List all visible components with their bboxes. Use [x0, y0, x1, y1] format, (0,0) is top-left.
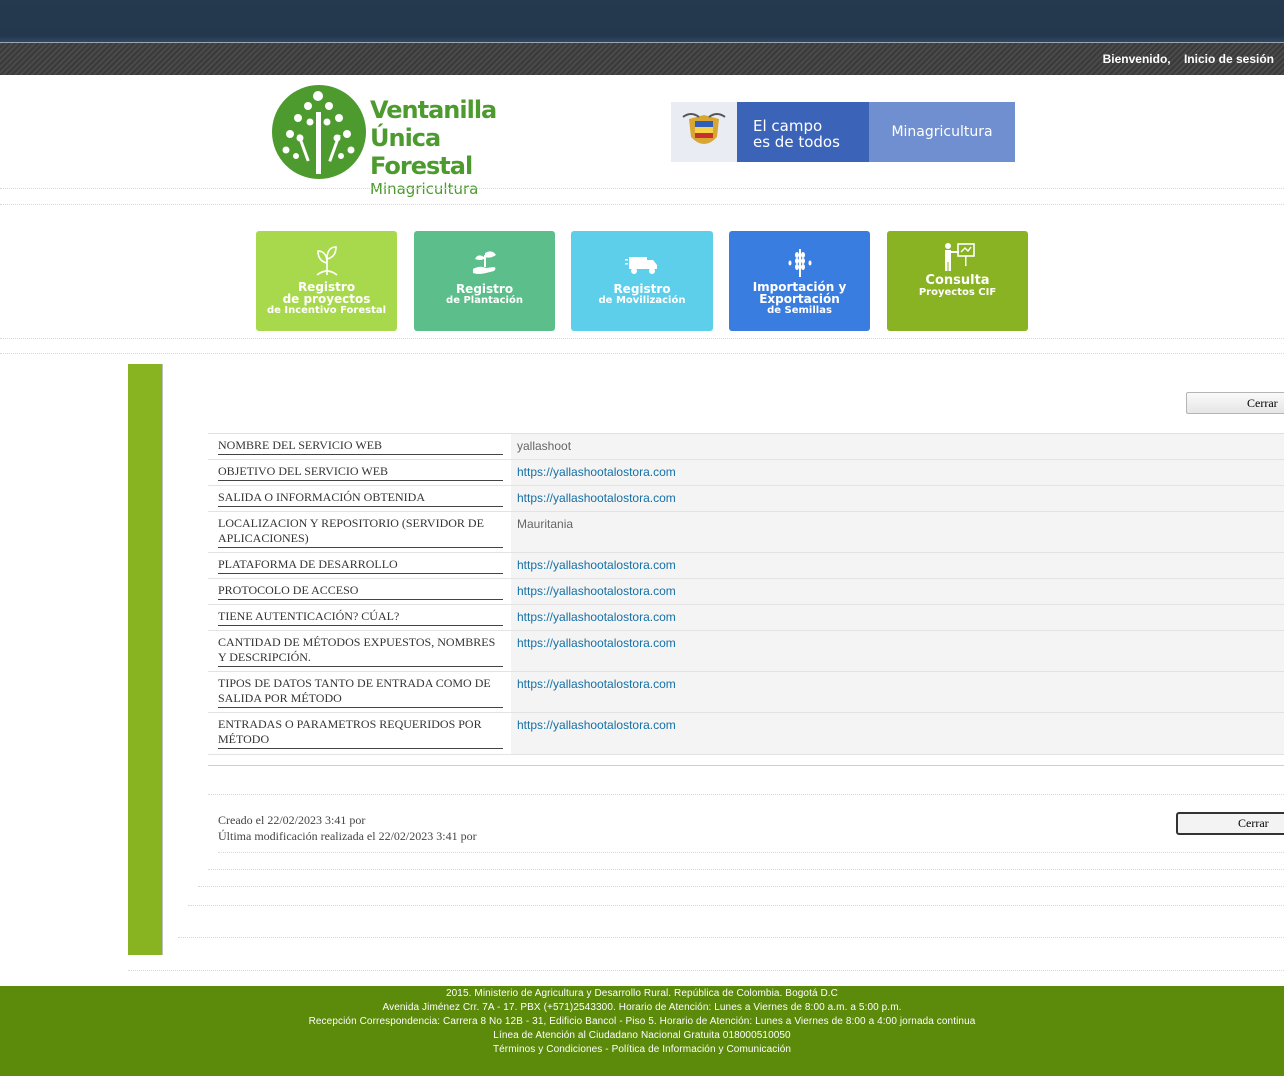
divider: [0, 353, 1284, 354]
logo-line-3: Minagricultura: [370, 180, 479, 198]
tile-registro-plantacion[interactable]: Registro de Plantación: [414, 231, 555, 331]
wheat-icon: [788, 249, 811, 277]
policy-link[interactable]: Política de Información y Comunicación: [612, 1044, 791, 1055]
colombia-shield-icon: [671, 102, 737, 162]
divider: [0, 188, 1284, 189]
campo-line-1: El campo: [753, 117, 823, 135]
tile-consulta-cif[interactable]: Consulta Proyectos CIF: [887, 231, 1028, 331]
form-row: PLATAFORMA DE DESARROLLO https://yallasho…: [208, 553, 1284, 579]
logo-line-2: Única Forestal: [370, 124, 473, 180]
field-label: SALIDA O INFORMACIÓN OBTENIDA: [218, 490, 503, 507]
sprout-icon: [316, 246, 337, 276]
top-banner: [0, 0, 1284, 42]
divider: [218, 852, 1284, 853]
divider: [208, 869, 1284, 870]
field-label: PROTOCOLO DE ACCESO: [218, 583, 503, 600]
field-value-link[interactable]: https://yallashootalostora.com: [511, 460, 1284, 485]
field-value-link[interactable]: https://yallashootalostora.com: [511, 579, 1284, 604]
tile-1-line-3: de Incentivo Forestal: [266, 305, 387, 316]
footer-line-3: Recepción Correspondencia: Carrera 8 No …: [308, 1016, 976, 1027]
tile-5-line-2: Proyectos CIF: [918, 287, 997, 298]
divider: [0, 204, 1284, 205]
divider: [188, 905, 1284, 906]
field-value: yallashoot: [511, 434, 1284, 459]
truck-icon: [625, 257, 657, 274]
field-label: LOCALIZACION Y REPOSITORIO (SERVIDOR DE …: [218, 516, 503, 548]
field-label: NOMBRE DEL SERVICIO WEB: [218, 438, 503, 455]
tile-3-line-1: Registro: [613, 282, 671, 296]
field-value-link[interactable]: https://yallashootalostora.com: [511, 713, 1284, 754]
presenter-icon: [944, 243, 975, 271]
tile-2-line-1: Registro: [455, 282, 514, 296]
close-button-bottom[interactable]: Cerrar: [1176, 812, 1284, 835]
field-value-link[interactable]: https://yallashootalostora.com: [511, 631, 1284, 671]
field-value: Mauritania: [511, 512, 1284, 552]
page: Bienvenido, Inicio de sesión Ventanilla …: [0, 0, 1284, 1076]
ministry-label: Minagricultura: [869, 102, 1015, 162]
field-value-link[interactable]: https://yallashootalostora.com: [511, 553, 1284, 578]
tile-4-line-3: de Semillas: [767, 305, 832, 316]
close-button-top[interactable]: Cerrar: [1186, 392, 1284, 414]
footer-line-2: Avenida Jiménez Crr. 7A - 17. PBX (+571)…: [382, 1002, 902, 1013]
tile-2-line-2: de Plantación: [446, 295, 523, 306]
welcome-text: Bienvenido,: [1102, 52, 1171, 66]
divider: [198, 886, 1284, 887]
tile-importacion-semillas[interactable]: Importación y Exportación de Semillas: [729, 231, 870, 331]
field-label: OBJETIVO DEL SERVICIO WEB: [218, 464, 503, 481]
footer-links: Términos y Condiciones - Política de Inf…: [0, 1043, 1284, 1057]
field-label: CANTIDAD DE MÉTODOS EXPUESTOS, NOMBRES Y…: [218, 635, 503, 667]
form-row: TIPOS DE DATOS TANTO DE ENTRADA COMO DE …: [208, 672, 1284, 713]
hand-plant-icon: [472, 251, 496, 274]
field-value-link[interactable]: https://yallashootalostora.com: [511, 605, 1284, 630]
login-link[interactable]: Inicio de sesión: [1184, 52, 1274, 66]
divider: [0, 338, 1284, 339]
link-separator: -: [602, 1044, 612, 1055]
campo-line-2: es de todos: [753, 133, 840, 151]
tree-icon: [272, 85, 366, 179]
service-detail-form: NOMBRE DEL SERVICIO WEB yallashoot OBJETI…: [208, 433, 1284, 755]
government-banner[interactable]: El campo es de todos Minagricultura: [671, 102, 1015, 162]
form-row: LOCALIZACION Y REPOSITORIO (SERVIDOR DE …: [208, 512, 1284, 553]
form-row: PROTOCOLO DE ACCESO https://yallashootalo…: [208, 579, 1284, 605]
form-row: TIENE AUTENTICACIÓN? CÚAL? https://yallas…: [208, 605, 1284, 631]
tile-4-line-2: Exportación: [759, 292, 840, 306]
tile-1-line-2: de proyectos: [282, 292, 371, 306]
user-bar: Bienvenido, Inicio de sesión: [0, 43, 1284, 75]
footer-line-4: Línea de Atención al Ciudadano Nacional …: [493, 1030, 791, 1041]
form-row: OBJETIVO DEL SERVICIO WEB https://yallash…: [208, 460, 1284, 486]
footer-line-1: 2015. Ministerio de Agricultura y Desarr…: [445, 988, 839, 999]
field-label: PLATAFORMA DE DESARROLLO: [218, 557, 503, 574]
field-label: TIPOS DE DATOS TANTO DE ENTRADA COMO DE …: [218, 676, 503, 708]
terms-link[interactable]: Términos y Condiciones: [493, 1044, 602, 1055]
form-row: NOMBRE DEL SERVICIO WEB yallashoot: [208, 434, 1284, 460]
divider: [128, 970, 1284, 971]
tile-registro-proyectos[interactable]: Registro de proyectos de Incentivo Foresta…: [256, 231, 397, 331]
divider: [208, 794, 1284, 795]
audit-info: Creado el 22/02/2023 3:41 por Última mod…: [218, 812, 477, 844]
field-label: ENTRADAS O PARAMETROS REQUERIDOS POR MÉT…: [218, 717, 503, 749]
logo-line-1: Ventanilla: [370, 96, 497, 124]
tile-registro-movilizacion[interactable]: Registro de Movilización: [571, 231, 713, 331]
tile-5-line-1: Consulta: [925, 273, 990, 288]
divider: [208, 765, 1284, 766]
form-row: CANTIDAD DE MÉTODOS EXPUESTOS, NOMBRES Y…: [208, 631, 1284, 672]
footer: 2015. Ministerio de Agricultura y Desarr…: [0, 986, 1284, 1076]
left-sidebar-bar: [128, 364, 163, 955]
form-row: ENTRADAS O PARAMETROS REQUERIDOS POR MÉT…: [208, 713, 1284, 755]
tile-3-line-2: de Movilización: [598, 295, 686, 306]
field-value-link[interactable]: https://yallashootalostora.com: [511, 672, 1284, 712]
vuf-logo[interactable]: Ventanilla Única Forestal Minagricultura: [270, 82, 542, 198]
modified-text: Última modificación realizada el 22/02/2…: [218, 829, 477, 843]
field-label: TIENE AUTENTICACIÓN? CÚAL?: [218, 609, 503, 626]
form-row: SALIDA O INFORMACIÓN OBTENIDA https://yal…: [208, 486, 1284, 512]
divider: [178, 937, 1284, 938]
field-value-link[interactable]: https://yallashootalostora.com: [511, 486, 1284, 511]
created-text: Creado el 22/02/2023 3:41 por: [218, 813, 366, 827]
